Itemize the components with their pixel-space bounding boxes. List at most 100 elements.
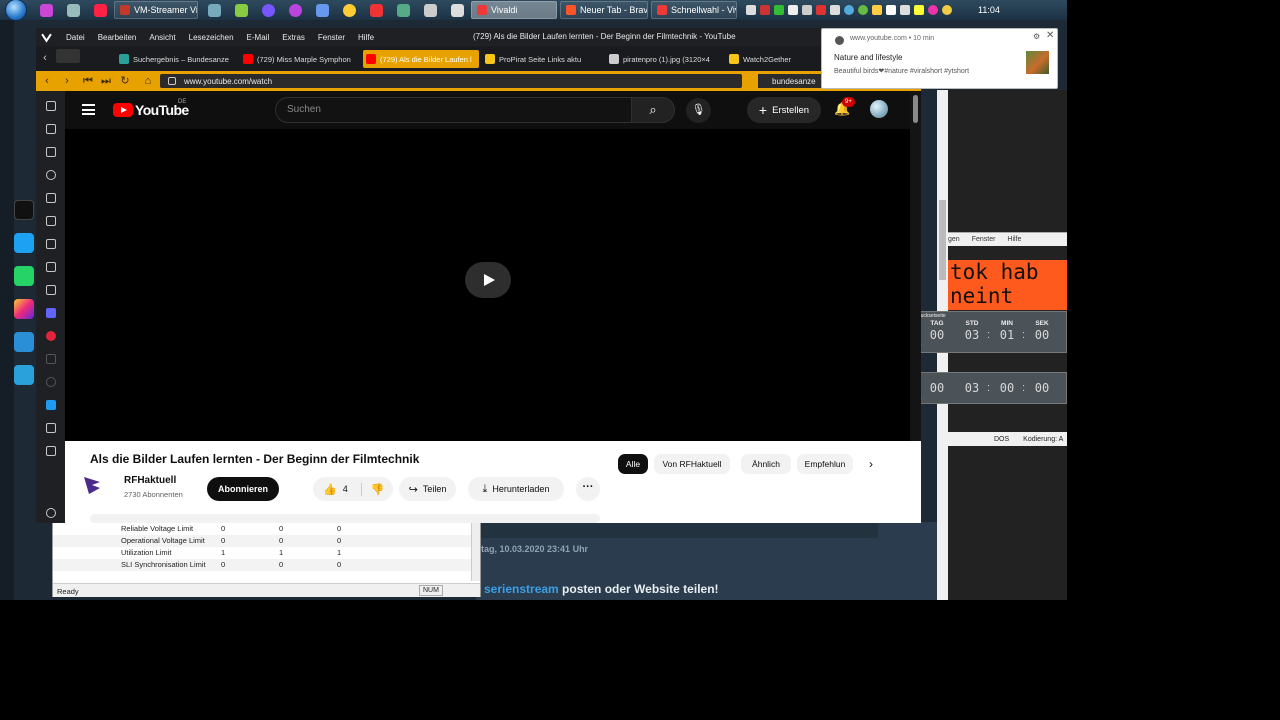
tray-icon[interactable] bbox=[900, 5, 910, 15]
quicklaunch-icon[interactable] bbox=[451, 3, 464, 17]
search-icon[interactable]: ⌕ bbox=[631, 97, 675, 123]
web-panel-icon[interactable] bbox=[46, 400, 56, 410]
history-icon[interactable] bbox=[46, 170, 56, 180]
tray-icon[interactable] bbox=[844, 5, 854, 15]
channel-name[interactable]: RFHaktuell bbox=[124, 475, 176, 486]
feeds-icon[interactable] bbox=[46, 239, 56, 249]
tab[interactable]: Suchergebnis – Bundesanze bbox=[116, 50, 236, 68]
taskbar-task[interactable]: Neuer Tab - Brave bbox=[560, 1, 648, 19]
back-icon[interactable]: ‹ bbox=[40, 74, 54, 88]
quicklaunch-icon[interactable] bbox=[370, 3, 383, 17]
quicklaunch-icon[interactable] bbox=[343, 3, 356, 17]
tab-scroll-left-icon[interactable]: ‹ bbox=[38, 51, 52, 65]
tray-icon[interactable] bbox=[802, 5, 812, 15]
menu-item[interactable]: Datei bbox=[66, 33, 85, 42]
dislike-icon[interactable]: 👎 bbox=[361, 482, 393, 496]
tray-icon[interactable] bbox=[914, 5, 924, 15]
tray-icon[interactable] bbox=[774, 5, 784, 15]
clock[interactable]: 11:04 bbox=[978, 5, 1000, 15]
whatsapp-icon[interactable] bbox=[14, 266, 34, 286]
notes-icon[interactable] bbox=[46, 193, 56, 203]
calendar-icon[interactable] bbox=[46, 262, 56, 272]
menu-item[interactable]: Fenster bbox=[972, 236, 996, 243]
scrollbar-thumb[interactable] bbox=[939, 200, 946, 280]
quicklaunch-icon[interactable] bbox=[397, 3, 410, 17]
subscribe-button[interactable]: Abonnieren bbox=[207, 477, 279, 501]
lock-icon[interactable] bbox=[168, 77, 176, 85]
bookmarks-icon[interactable] bbox=[46, 101, 56, 111]
web-panel-icon[interactable] bbox=[46, 377, 56, 387]
app-icon[interactable] bbox=[14, 332, 34, 352]
tray-icon[interactable] bbox=[858, 5, 868, 15]
tray-icon[interactable] bbox=[830, 5, 840, 15]
start-button[interactable] bbox=[5, 0, 27, 21]
chip-from-channel[interactable]: Von RFHaktuell bbox=[654, 454, 730, 474]
taskbar-task[interactable]: VM-Streamer Vie... bbox=[114, 1, 198, 19]
twitter-icon[interactable] bbox=[14, 233, 34, 253]
quicklaunch-icon[interactable] bbox=[316, 3, 329, 17]
tiktok-icon[interactable] bbox=[14, 200, 34, 220]
menu-icon[interactable] bbox=[82, 104, 95, 115]
quicklaunch-icon[interactable] bbox=[235, 3, 248, 17]
telegram-icon[interactable] bbox=[14, 365, 34, 385]
rewind-icon[interactable]: ⏮ bbox=[81, 74, 95, 88]
settings-icon[interactable] bbox=[46, 508, 56, 518]
tray-icon[interactable] bbox=[886, 5, 896, 15]
chevron-right-icon[interactable]: › bbox=[861, 454, 881, 474]
add-panel-icon[interactable] bbox=[46, 446, 56, 456]
tray-icon[interactable] bbox=[928, 5, 938, 15]
menu-item[interactable]: Hilfe bbox=[1007, 236, 1021, 243]
menu-item[interactable]: E-Mail bbox=[247, 33, 270, 42]
quicklaunch-icon[interactable] bbox=[94, 3, 107, 17]
vivaldi-menu-icon[interactable] bbox=[41, 32, 52, 43]
chip-all[interactable]: Alle bbox=[618, 454, 648, 474]
home-icon[interactable]: ⌂ bbox=[141, 74, 155, 88]
menu-item[interactable]: Extras bbox=[282, 33, 305, 42]
vivaldi-panel-icon[interactable] bbox=[46, 331, 56, 341]
quicklaunch-icon[interactable] bbox=[208, 3, 221, 17]
instagram-icon[interactable] bbox=[14, 299, 34, 319]
reading-list-icon[interactable] bbox=[46, 124, 56, 134]
close-icon[interactable]: ✕ bbox=[1046, 30, 1054, 41]
quicklaunch-icon[interactable] bbox=[424, 3, 437, 17]
channel-avatar[interactable] bbox=[81, 474, 103, 496]
quicklaunch-icon[interactable] bbox=[40, 3, 53, 17]
taskbar-task[interactable]: Schnellwahl - Viv... bbox=[651, 1, 737, 19]
forward-icon[interactable]: › bbox=[60, 74, 74, 88]
video-player[interactable] bbox=[65, 129, 910, 441]
chip-similar[interactable]: Ähnlich bbox=[741, 454, 791, 474]
create-button[interactable]: + Erstellen bbox=[747, 97, 821, 123]
mail-icon[interactable] bbox=[46, 216, 56, 226]
menu-item[interactable]: Lesezeichen bbox=[189, 33, 234, 42]
url-input[interactable]: www.youtube.com/watch bbox=[160, 74, 742, 88]
menu-item[interactable]: Fenster bbox=[318, 33, 345, 42]
more-options-icon[interactable]: ··· bbox=[576, 477, 600, 501]
pinned-tabs[interactable] bbox=[56, 49, 80, 63]
reload-icon[interactable]: ↻ bbox=[118, 74, 132, 88]
download-button[interactable]: ⤓ Herunterladen bbox=[468, 477, 564, 501]
play-icon[interactable] bbox=[465, 262, 511, 298]
tab[interactable]: piratenpro (1).jpg (3120×4 bbox=[606, 50, 721, 68]
tray-icon[interactable] bbox=[746, 5, 756, 15]
notification-toast[interactable]: www.youtube.com • 10 min ⚙ ✕ Nature and … bbox=[821, 28, 1058, 89]
quicklaunch-icon[interactable] bbox=[67, 3, 80, 17]
menu-item[interactable]: Bearbeiten bbox=[98, 33, 137, 42]
menu-item[interactable]: Ansicht bbox=[149, 33, 175, 42]
window-scrollbar[interactable] bbox=[471, 523, 480, 581]
taskbar-task[interactable]: Vivaldi bbox=[471, 1, 557, 19]
menu-item[interactable]: Hilfe bbox=[358, 33, 374, 42]
quicklaunch-icon[interactable] bbox=[289, 3, 302, 17]
tray-icon[interactable] bbox=[760, 5, 770, 15]
tray-icon[interactable] bbox=[942, 5, 952, 15]
tab[interactable]: (729) Miss Marple Symphon bbox=[240, 50, 360, 68]
search-input[interactable]: Suchen bbox=[275, 97, 632, 123]
downloads-icon[interactable] bbox=[46, 147, 56, 157]
scrollbar-thumb[interactable] bbox=[913, 95, 918, 123]
quicklaunch-icon[interactable] bbox=[262, 3, 275, 17]
menu-item[interactable]: gen bbox=[948, 236, 960, 243]
wikipedia-icon[interactable] bbox=[46, 354, 56, 364]
gear-icon[interactable]: ⚙ bbox=[1033, 32, 1040, 41]
tasks-icon[interactable] bbox=[46, 285, 56, 295]
tray-icon[interactable] bbox=[788, 5, 798, 15]
mastodon-icon[interactable] bbox=[46, 308, 56, 318]
